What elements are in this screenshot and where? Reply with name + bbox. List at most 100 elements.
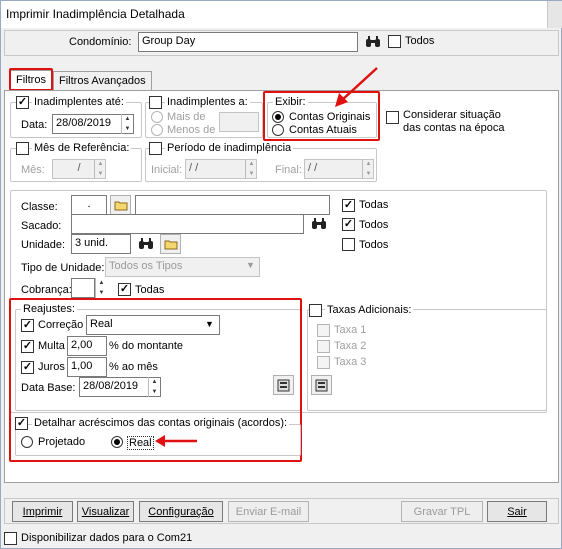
menos-de-radio[interactable] [151, 124, 163, 136]
mais-de-radio[interactable] [151, 111, 163, 123]
reajustes-legend: Reajustes: [21, 303, 77, 315]
inadimplentes-a-field[interactable] [219, 112, 259, 132]
taxa1-checkbox[interactable] [317, 324, 330, 337]
tab-filtros-label: Filtros [16, 74, 46, 86]
data-base-label: Data Base: [21, 382, 76, 394]
taxa2-checkbox[interactable] [317, 340, 330, 353]
taxas-checkbox[interactable] [309, 304, 322, 317]
todos-condominio-label: Todos [405, 35, 435, 47]
binoculars-icon[interactable] [135, 234, 156, 254]
folder-icon[interactable] [160, 234, 181, 254]
data-label: Data: [21, 119, 48, 131]
edit-settings-icon[interactable] [273, 375, 294, 395]
juros-checkbox[interactable]: ✓ [21, 361, 34, 374]
tipo-unidade-select[interactable]: Todos os Tipos [105, 257, 260, 277]
sacado-todos-label: Todos [359, 219, 389, 231]
todos-condominio-checkbox[interactable] [388, 35, 401, 48]
periodo-checkbox[interactable] [149, 142, 162, 155]
condominio-label: Condomínio: [69, 36, 132, 48]
gravar-tpl-button[interactable]: Gravar TPL [401, 501, 483, 522]
sacado-todos-checkbox[interactable]: ✓ [342, 218, 355, 231]
condominio-field[interactable]: Group Day [138, 32, 358, 52]
cobranca-field[interactable] [71, 278, 95, 298]
inadimplentes-a-checkbox[interactable] [149, 96, 162, 109]
sair-button[interactable]: Sair [487, 501, 547, 522]
cobranca-todas-checkbox[interactable]: ✓ [118, 283, 131, 296]
scrollbar[interactable] [547, 1, 562, 28]
mais-de-label: Mais de [167, 111, 206, 123]
data-spinner[interactable]: ▲ ▼ [121, 114, 133, 134]
contas-atuais-radio[interactable] [272, 124, 284, 136]
cobranca-label: Cobrança: [21, 284, 72, 296]
inicial-spinner[interactable]: ▲ ▼ [245, 159, 257, 179]
mes-referencia-checkbox[interactable] [16, 142, 29, 155]
periodo-label: Período de inadimplência [165, 142, 294, 154]
unidade-todos-label: Todos [359, 239, 389, 251]
window-title: Imprimir Inadimplência Detalhada [6, 7, 185, 21]
correcao-checkbox[interactable]: ✓ [21, 319, 34, 332]
multa-suffix: % do montante [109, 340, 183, 352]
real-label: Real [127, 436, 154, 450]
visualizar-label: Visualizar [81, 505, 130, 518]
classe-code-field[interactable]: . [71, 195, 107, 215]
inadimplentes-ate-checkbox[interactable]: ✓ [16, 96, 29, 109]
configuracao-label: Configuração [148, 505, 214, 518]
enviar-email-button[interactable]: Enviar E-mail [228, 501, 309, 522]
juros-suffix: % ao mês [109, 361, 158, 373]
imprimir-button[interactable]: Imprimir [12, 501, 73, 522]
juros-field[interactable]: 1,00 [67, 357, 107, 377]
gravar-tpl-label: Gravar TPL [413, 505, 471, 518]
classe-description-field[interactable] [135, 195, 330, 215]
inicial-label: Inicial: [151, 164, 183, 176]
binoculars-icon[interactable] [362, 32, 383, 52]
detalhar-checkbox[interactable]: ✓ [15, 417, 28, 430]
mes-referencia-label: Mês de Referência: [32, 142, 132, 154]
menos-de-label: Menos de [167, 124, 216, 136]
edit-settings-icon[interactable] [311, 375, 332, 395]
taxas-label: Taxas Adicionais: [325, 304, 414, 316]
exibir-legend: Exibir: [273, 96, 308, 108]
classe-label: Classe: [21, 201, 58, 213]
disponibilizar-checkbox[interactable] [4, 532, 17, 545]
projetado-label: Projetado [38, 436, 86, 448]
tipo-unidade-value: Todos os Tipos [109, 260, 183, 272]
correcao-select[interactable]: Real [86, 315, 220, 335]
juros-label: Juros [38, 361, 65, 373]
chevron-down-icon[interactable]: ▼ [205, 319, 214, 329]
sacado-label: Sacado: [21, 220, 62, 232]
configuracao-button[interactable]: Configuração [139, 501, 223, 522]
inadimplentes-ate-label: Inadimplentes até: [32, 96, 126, 108]
considerar-checkbox[interactable] [386, 111, 399, 124]
real-radio[interactable] [111, 436, 123, 448]
binoculars-icon[interactable] [308, 214, 329, 234]
cobranca-spinner[interactable]: ▲ ▼ [95, 278, 107, 298]
final-spinner[interactable]: ▲ ▼ [362, 159, 374, 179]
mes-label: Mês: [21, 164, 45, 176]
taxa3-checkbox[interactable] [317, 356, 330, 369]
dialog-window: Imprimir Inadimplência Detalhada Condomí… [0, 0, 562, 549]
visualizar-button[interactable]: Visualizar [77, 501, 134, 522]
data-base-spinner[interactable]: ▲ ▼ [148, 377, 160, 397]
contas-atuais-label: Contas Atuais [289, 124, 357, 136]
title-bar: Imprimir Inadimplência Detalhada [1, 1, 561, 28]
folder-icon[interactable] [110, 195, 131, 215]
unidade-todos-checkbox[interactable] [342, 238, 355, 251]
inicial-value: / / [189, 162, 199, 174]
projetado-radio[interactable] [21, 436, 33, 448]
mes-spinner[interactable]: ▲ ▼ [94, 159, 106, 179]
taxa3-label: Taxa 3 [334, 356, 367, 368]
contas-originais-radio[interactable] [272, 111, 284, 123]
inadimplentes-a-label: Inadimplentes a: [165, 96, 250, 108]
tab-filtros-avancados[interactable]: Filtros Avançados [53, 71, 152, 90]
detalhar-label: Detalhar acréscimos das contas originais… [32, 417, 290, 429]
considerar-line2: das contas na época [403, 122, 505, 134]
unidade-field[interactable]: 3 unid. [71, 234, 131, 254]
multa-checkbox[interactable]: ✓ [21, 340, 34, 353]
disponibilizar-label: Disponibilizar dados para o Com21 [21, 532, 193, 544]
sacado-field[interactable] [71, 214, 304, 234]
classe-todas-checkbox[interactable]: ✓ [342, 199, 355, 212]
multa-field[interactable]: 2,00 [67, 336, 107, 356]
chevron-down-icon[interactable]: ▼ [246, 260, 255, 270]
unidade-label: Unidade: [21, 239, 66, 251]
tab-filtros[interactable]: Filtros [10, 70, 52, 90]
